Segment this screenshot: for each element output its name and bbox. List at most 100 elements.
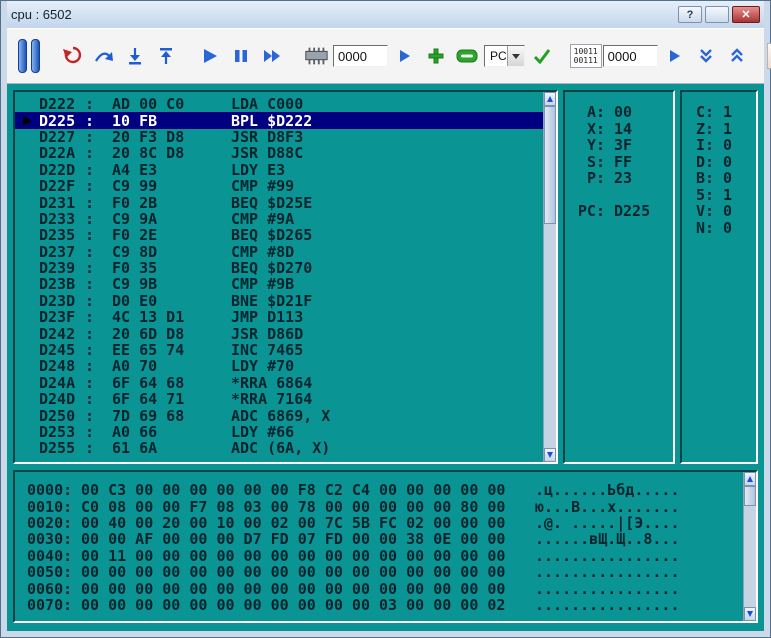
memory-row[interactable]: 0060:00 00 00 00 00 00 00 00 00 00 00 00… [27, 580, 756, 596]
pause-button[interactable] [227, 37, 255, 75]
disasm-line[interactable]: D242:20 6D D8JSR D86D [15, 325, 543, 341]
step-over-button[interactable] [90, 37, 118, 75]
disasm-line[interactable]: D250:7D 69 68ADC 6869, X [15, 407, 543, 423]
undo-button[interactable] [59, 37, 87, 75]
page-down-button[interactable] [692, 37, 720, 75]
fast-forward-icon [262, 48, 282, 64]
disasm-instruction: BEQ $D270 [231, 260, 543, 276]
goto-pc-button[interactable] [302, 37, 330, 75]
fast-forward-button[interactable] [258, 37, 286, 75]
disasm-line[interactable]: D245:EE 65 74INC 7465 [15, 342, 543, 358]
disasm-line[interactable]: D239:F0 35BEQ $D270 [15, 260, 543, 276]
close-panel-button[interactable] [767, 43, 771, 69]
memory-hex: 00 C3 00 00 00 00 00 00 F8 C2 C4 00 00 0… [81, 482, 509, 498]
disasm-line[interactable]: D227:20 F3 D8JSR D8F3 [15, 129, 543, 145]
step-out-button[interactable] [152, 37, 180, 75]
disassembly-scrollbar[interactable] [543, 92, 556, 462]
scrollbar-track[interactable] [544, 106, 556, 448]
memory-row[interactable]: 0050:00 00 00 00 00 00 00 00 00 00 00 00… [27, 564, 756, 580]
binary-view-button[interactable]: 10011 00111 [572, 37, 600, 75]
register-select-value: PC [490, 49, 507, 63]
scrollbar-thumb[interactable] [544, 106, 556, 224]
disasm-line[interactable]: D248:A0 70LDY #70 [15, 358, 543, 374]
scroll-up-button[interactable] [744, 472, 756, 486]
add-breakpoint-button[interactable] [422, 37, 450, 75]
apply-button[interactable] [528, 37, 556, 75]
register-row-s: S:FF [575, 154, 673, 171]
disasm-instruction: BEQ $D25E [231, 195, 543, 211]
disasm-line[interactable]: D231:F0 2BBEQ $D25E [15, 194, 543, 210]
disasm-line[interactable]: D237:C9 8DCMP #8D [15, 244, 543, 260]
disasm-bytes: C9 8D [112, 244, 231, 260]
disasm-line[interactable]: D22F:C9 99CMP #99 [15, 178, 543, 194]
disasm-line[interactable]: D24D:6F 64 71*RRA 7164 [15, 391, 543, 407]
scrollbar-track[interactable] [744, 486, 756, 607]
disasm-line[interactable]: D22A:20 8C D8JSR D88C [15, 145, 543, 161]
memory-row[interactable]: 0040:00 11 00 00 00 00 00 00 00 00 00 00… [27, 548, 756, 564]
flag-name: V: [694, 203, 714, 219]
remove-breakpoint-button[interactable] [453, 37, 481, 75]
memory-row[interactable]: 0030:00 00 AF 00 00 00 D7 FD 07 FD 00 00… [27, 531, 756, 547]
scroll-down-button[interactable] [744, 607, 756, 621]
run-stop-button[interactable] [15, 37, 43, 75]
disasm-instruction: CMP #8D [231, 244, 543, 260]
disasm-instruction: CMP #9B [231, 276, 543, 292]
disasm-line[interactable]: D23B:C9 9BCMP #9B [15, 276, 543, 292]
register-row-a: A:00 [575, 104, 673, 121]
memory-row[interactable]: 0070:00 00 00 00 00 00 00 00 00 00 00 03… [27, 597, 756, 613]
minimize-button[interactable] [705, 6, 729, 23]
top-row: D222:AD 00 C0LDA C000 D225:10 FBBPL $D22… [13, 90, 758, 464]
disasm-bytes: 4C 13 D1 [112, 309, 231, 325]
register-value: 3F [614, 137, 632, 153]
window-controls: ? ✕ [678, 6, 760, 23]
disasm-line[interactable]: D253:A0 66LDY #66 [15, 424, 543, 440]
goto-address-button[interactable] [391, 37, 419, 75]
scroll-up-button[interactable] [544, 92, 556, 106]
disasm-separator: : [85, 326, 112, 342]
disasm-line[interactable]: D222:AD 00 C0LDA C000 [15, 96, 543, 112]
memory-address-input[interactable] [603, 45, 658, 67]
flag-value: 0 [723, 137, 732, 153]
scrollbar-thumb[interactable] [744, 486, 756, 506]
disasm-line[interactable]: D233:C9 9ACMP #9A [15, 211, 543, 227]
memory-scrollbar[interactable] [743, 472, 756, 621]
flag-name: 5: [694, 187, 714, 203]
step-into-button[interactable] [121, 37, 149, 75]
disasm-line[interactable]: D22D:A4 E3LDY E3 [15, 162, 543, 178]
run-button[interactable] [196, 37, 224, 75]
flag-name: C: [694, 104, 714, 120]
disasm-instruction: BPL $D222 [231, 113, 543, 129]
combo-dropdown-button[interactable] [507, 46, 524, 66]
disasm-address: D24D [39, 391, 85, 407]
disasm-line[interactable]: D255:61 6AADC (6A, X) [15, 440, 543, 456]
disasm-bytes: A0 70 [112, 358, 231, 374]
disasm-line[interactable]: D23D:D0 E0BNE $D21F [15, 293, 543, 309]
disasm-bytes: D0 E0 [112, 293, 231, 309]
disasm-line-current[interactable]: D225:10 FBBPL $D222 [15, 112, 543, 128]
close-button[interactable]: ✕ [732, 6, 760, 23]
goto-memory-button[interactable] [661, 37, 689, 75]
step-into-icon [125, 46, 145, 66]
disasm-bytes: EE 65 74 [112, 342, 231, 358]
memory-hex: 00 11 00 00 00 00 00 00 00 00 00 00 00 0… [81, 548, 509, 564]
page-up-button[interactable] [723, 37, 751, 75]
memory-row[interactable]: 0010:C0 08 00 00 F7 08 03 00 78 00 00 00… [27, 498, 756, 514]
undo-icon [62, 46, 84, 66]
flag-row-v: V:0 [694, 203, 756, 220]
titlebar[interactable]: cpu : 6502 ? ✕ [7, 1, 764, 28]
registers-panel: A:00 X:14 Y:3F S:FF P:23 PC:D225 [563, 90, 675, 464]
address-input[interactable] [333, 45, 388, 67]
memory-row[interactable]: 0020:00 40 00 20 00 10 00 02 00 7C 5B FC… [27, 515, 756, 531]
memory-address: 0060: [27, 581, 81, 597]
memory-row[interactable]: 0000:00 C3 00 00 00 00 00 00 F8 C2 C4 00… [27, 482, 756, 498]
disasm-bytes: A4 E3 [112, 162, 231, 178]
memory-ascii: ю...В...x....... [535, 499, 680, 515]
disasm-instruction: BNE $D21F [231, 293, 543, 309]
disasm-line[interactable]: D235:F0 2EBEQ $D265 [15, 227, 543, 243]
disasm-line[interactable]: D24A:6F 64 68*RRA 6864 [15, 375, 543, 391]
scroll-down-button[interactable] [544, 448, 556, 462]
memory-address: 0020: [27, 515, 81, 531]
register-select[interactable]: PC [484, 45, 525, 67]
disasm-line[interactable]: D23F:4C 13 D1JMP D113 [15, 309, 543, 325]
help-button[interactable]: ? [678, 6, 702, 23]
